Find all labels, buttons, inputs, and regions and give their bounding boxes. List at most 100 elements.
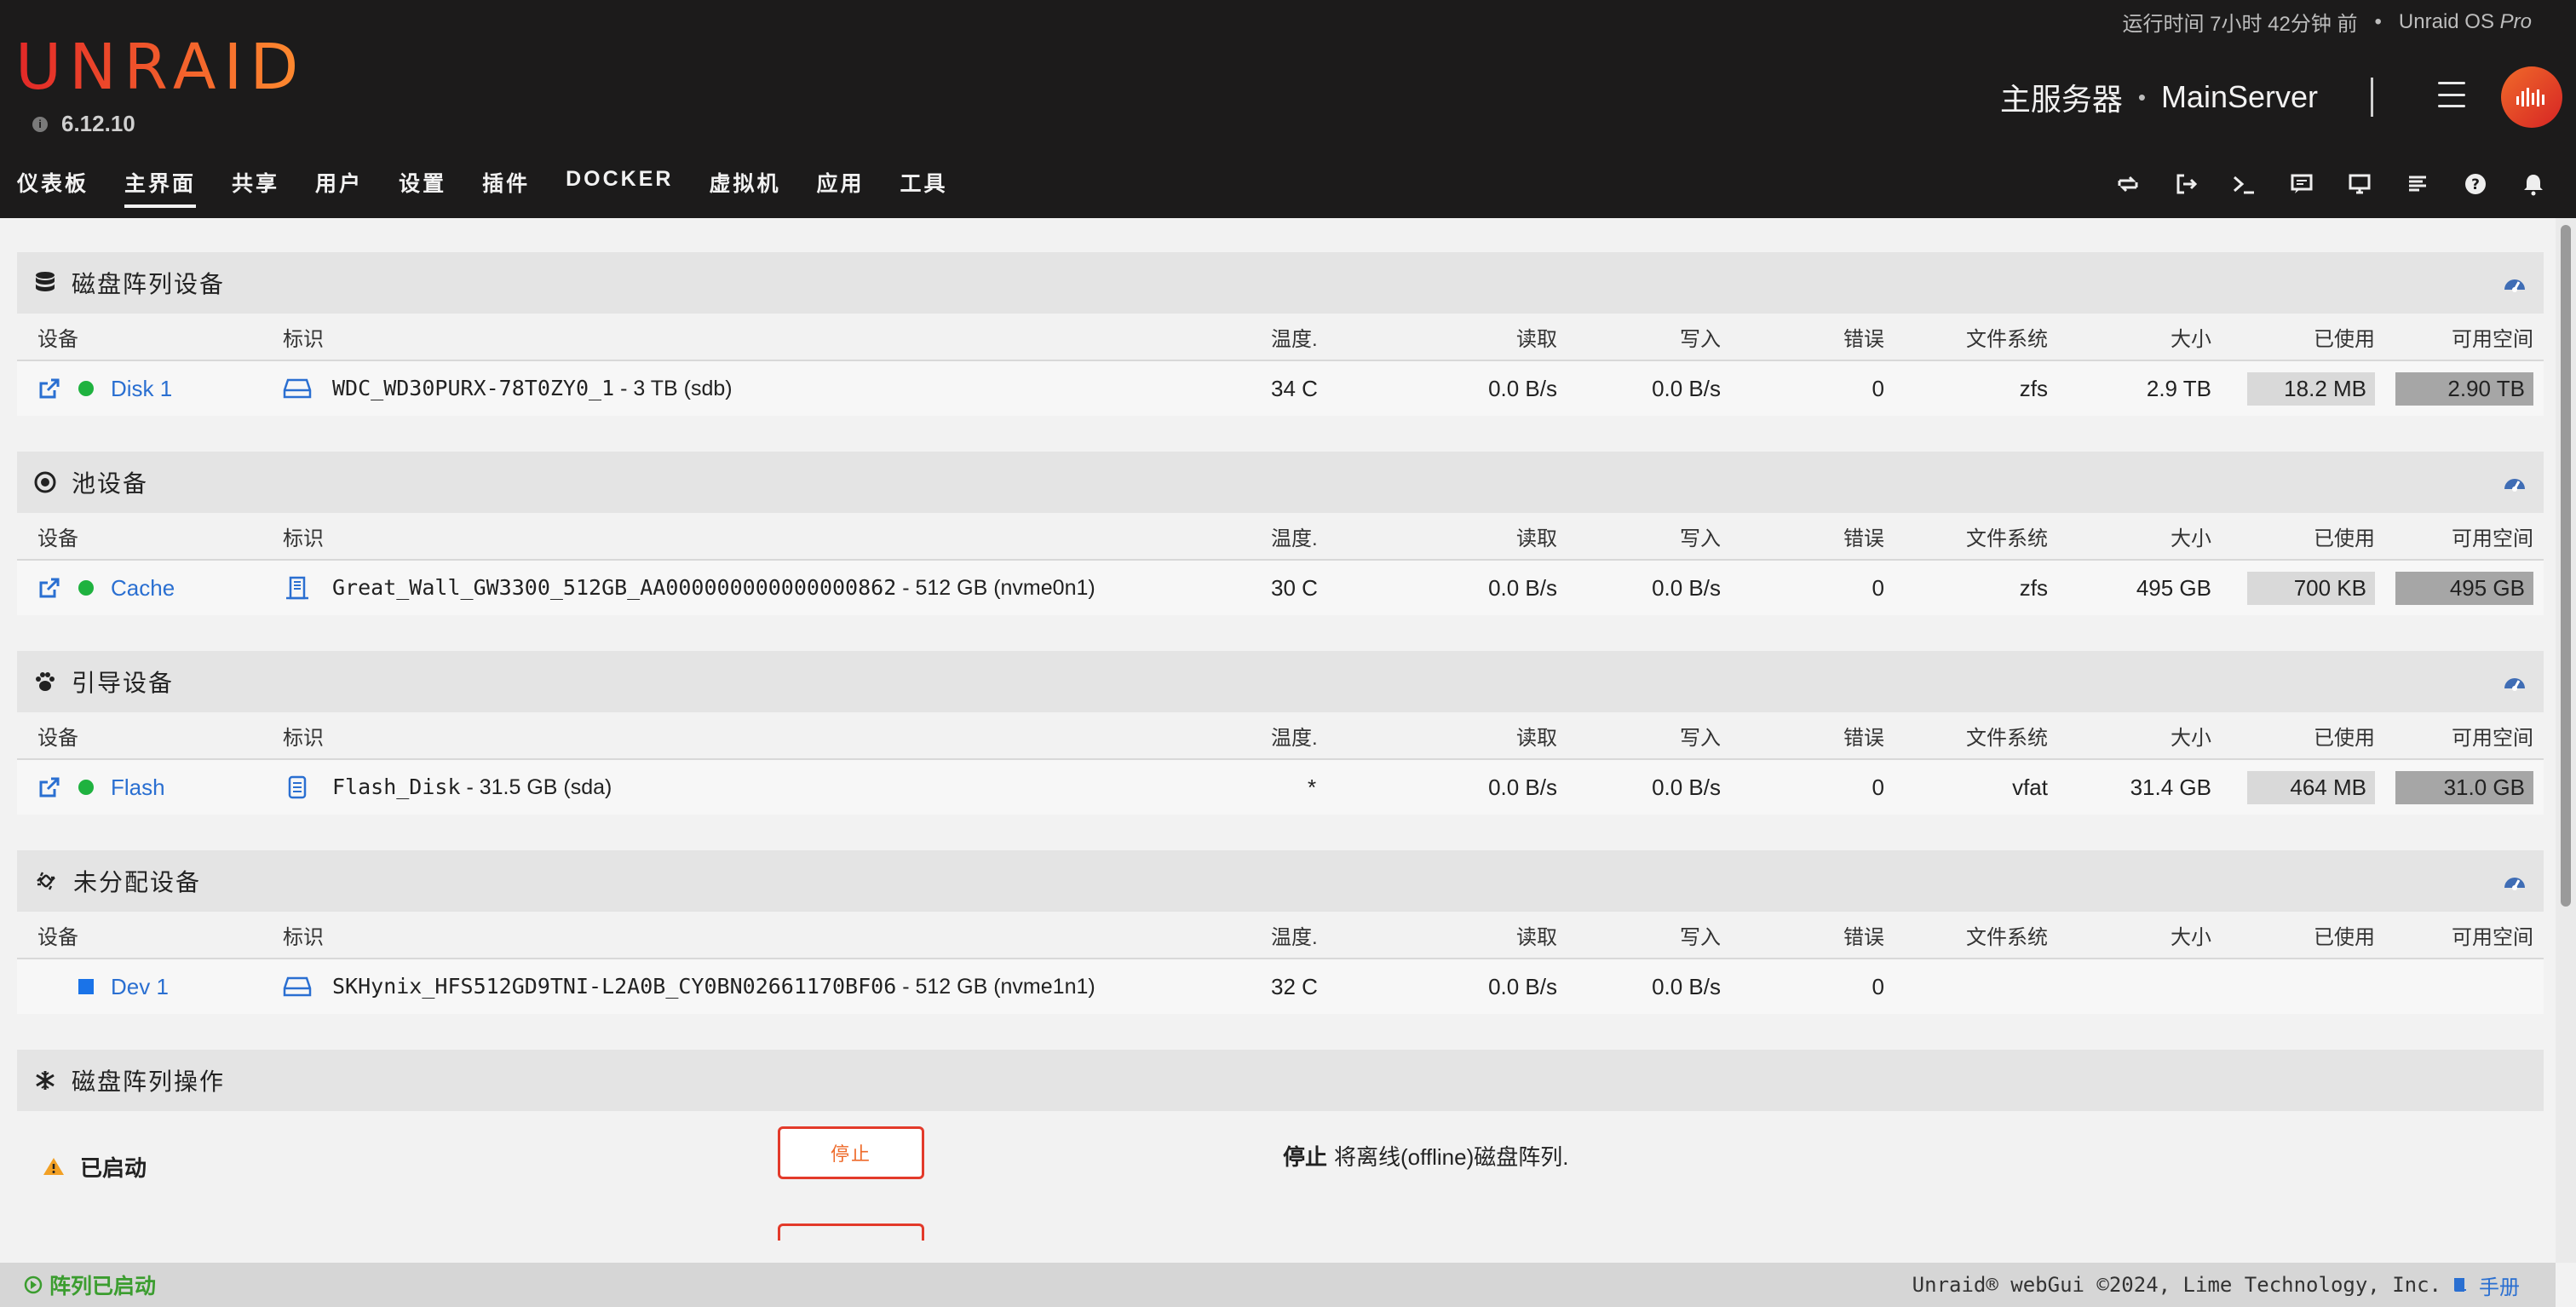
panel-title: 磁盘阵列设备 [72, 271, 226, 297]
col-errors: 错误 [1843, 726, 1884, 750]
used-value: 700 KB [2247, 571, 2375, 605]
temp-value: 30 C [1271, 574, 1318, 601]
col-device: 设备 [37, 327, 78, 351]
col-device: 设备 [37, 527, 78, 550]
status-square-icon [78, 979, 94, 994]
device-cell: Flash [17, 774, 273, 801]
usb-drive-icon [288, 775, 307, 799]
hdd-icon [283, 378, 312, 399]
status-dot-icon [78, 780, 94, 795]
ident-cell: SKHynix_HFS512GD9TNI-L2A0B_CY0BN02661170… [273, 974, 1261, 999]
col-used: 已使用 [2314, 327, 2375, 351]
external-link-icon[interactable] [37, 775, 61, 799]
nav-users[interactable]: 用户 [315, 167, 363, 208]
status-label: 已启动 [80, 1154, 147, 1181]
help-icon[interactable]: ? [2462, 170, 2489, 198]
vertical-scrollbar[interactable] [2556, 218, 2576, 1263]
gauge-icon[interactable] [2503, 871, 2527, 891]
toolbar: ? [2114, 170, 2547, 198]
logout-icon[interactable] [2172, 170, 2199, 198]
snowflake-icon [36, 1071, 55, 1090]
database-icon [36, 272, 55, 291]
paw-icon [36, 672, 55, 691]
write-value: 0.0 B/s [1652, 375, 1721, 401]
hamburger-menu-icon[interactable] [2438, 82, 2465, 107]
nav-vms[interactable]: 虚拟机 [709, 167, 780, 208]
scrollbar-thumb[interactable] [2561, 225, 2571, 907]
server-dot: • [2137, 83, 2146, 110]
next-action-button[interactable] [778, 1224, 924, 1241]
server-name: MainServer [2160, 79, 2318, 114]
array-devices-panel: 磁盘阵列设备 设备 标识 温度. 读取 写入 错误 文件系统 大小 已使用 可用… [17, 252, 2544, 416]
stop-array-button[interactable]: 停止 [778, 1126, 924, 1179]
col-used: 已使用 [2314, 925, 2375, 949]
uptime-bar: 运行时间 7小时 42分钟 前 • Unraid OS Pro [2122, 7, 2532, 37]
nav-shares[interactable]: 共享 [232, 167, 279, 208]
col-fs: 文件系统 [1966, 726, 2048, 750]
nav-settings[interactable]: 设置 [399, 167, 446, 208]
nav-apps[interactable]: 应用 [816, 167, 864, 208]
ident-cell: WDC_WD30PURX-78T0ZY0_1 - 3 TB (sdb) [273, 376, 1261, 401]
unraid-logo[interactable]: UNRAID [15, 36, 306, 99]
col-fs: 文件系统 [1966, 327, 2048, 351]
ops-body: 已启动 [17, 1111, 2544, 1222]
panel-header: 未分配设备 [17, 850, 2544, 912]
info-icon[interactable]: i [32, 116, 48, 132]
nav-dashboard[interactable]: 仪表板 [17, 167, 89, 208]
col-size: 大小 [2171, 527, 2211, 550]
fs-value: zfs [2019, 375, 2048, 401]
nav-docker[interactable]: DOCKER [566, 167, 673, 208]
col-device: 设备 [37, 925, 78, 949]
notification-bell-icon[interactable] [2520, 170, 2547, 198]
os-label: Unraid OS Pro [2398, 9, 2532, 33]
device-link[interactable]: Dev 1 [111, 974, 169, 1000]
user-avatar[interactable] [2501, 66, 2562, 128]
server-description: 主服务器 [1999, 82, 2123, 117]
gauge-icon[interactable] [2503, 273, 2527, 293]
array-state: 阵列已启动 [24, 1270, 156, 1300]
col-device: 设备 [37, 726, 78, 750]
used-value: 18.2 MB [2247, 371, 2375, 406]
table-row: Dev 1 SKHynix_HFS512GD9TNI-L2A0B_CY0BN02… [17, 959, 2544, 1014]
nav-plugins[interactable]: 插件 [482, 167, 530, 208]
external-link-icon[interactable] [37, 377, 61, 400]
nav-tools[interactable]: 工具 [900, 167, 947, 208]
col-read: 读取 [1516, 726, 1557, 750]
write-value: 0.0 B/s [1652, 774, 1721, 800]
divider [2371, 78, 2373, 117]
col-free: 可用空间 [2452, 527, 2533, 550]
version-info[interactable]: i 6.12.10 [32, 111, 135, 137]
col-write: 写入 [1680, 925, 1721, 949]
gauge-icon[interactable] [2503, 472, 2527, 492]
external-link-icon[interactable] [37, 576, 61, 600]
size-value: 2.9 TB [2146, 375, 2211, 401]
footer: 阵列已启动 Unraid® webGui ©2024, Lime Technol… [0, 1263, 2556, 1307]
header: UNRAID i 6.12.10 运行时间 7小时 42分钟 前 • Unrai… [0, 0, 2576, 218]
nvme-icon [286, 576, 308, 600]
table-header: 设备 标识 温度. 读取 写入 错误 文件系统 大小 已使用 可用空间 [17, 712, 2544, 760]
bullet-separator: • [2374, 9, 2382, 33]
col-read: 读取 [1516, 527, 1557, 550]
terminal-icon[interactable] [2230, 170, 2257, 198]
log-icon[interactable] [2404, 170, 2431, 198]
play-circle-icon [24, 1275, 43, 1294]
monitor-icon[interactable] [2346, 170, 2373, 198]
col-read: 读取 [1516, 925, 1557, 949]
disk-id: Flash_Disk - 31.5 GB (sda) [332, 774, 612, 799]
main-content: 磁盘阵列设备 设备 标识 温度. 读取 写入 错误 文件系统 大小 已使用 可用… [17, 252, 2544, 1258]
col-errors: 错误 [1843, 327, 1884, 351]
book-icon[interactable] [2452, 1275, 2469, 1294]
errors-value: 0 [1872, 774, 1884, 800]
device-link[interactable]: Cache [111, 575, 175, 602]
col-errors: 错误 [1843, 527, 1884, 550]
gauge-icon[interactable] [2503, 671, 2527, 692]
device-link[interactable]: Flash [111, 774, 165, 801]
col-ident: 标识 [283, 925, 324, 949]
device-link[interactable]: Disk 1 [111, 376, 172, 402]
col-ident: 标识 [283, 327, 324, 351]
manual-link[interactable]: 手册 [2479, 1270, 2520, 1300]
feedback-icon[interactable] [2288, 170, 2315, 198]
col-fs: 文件系统 [1966, 925, 2048, 949]
nav-main[interactable]: 主界面 [124, 167, 197, 208]
refresh-icon[interactable] [2114, 170, 2142, 198]
